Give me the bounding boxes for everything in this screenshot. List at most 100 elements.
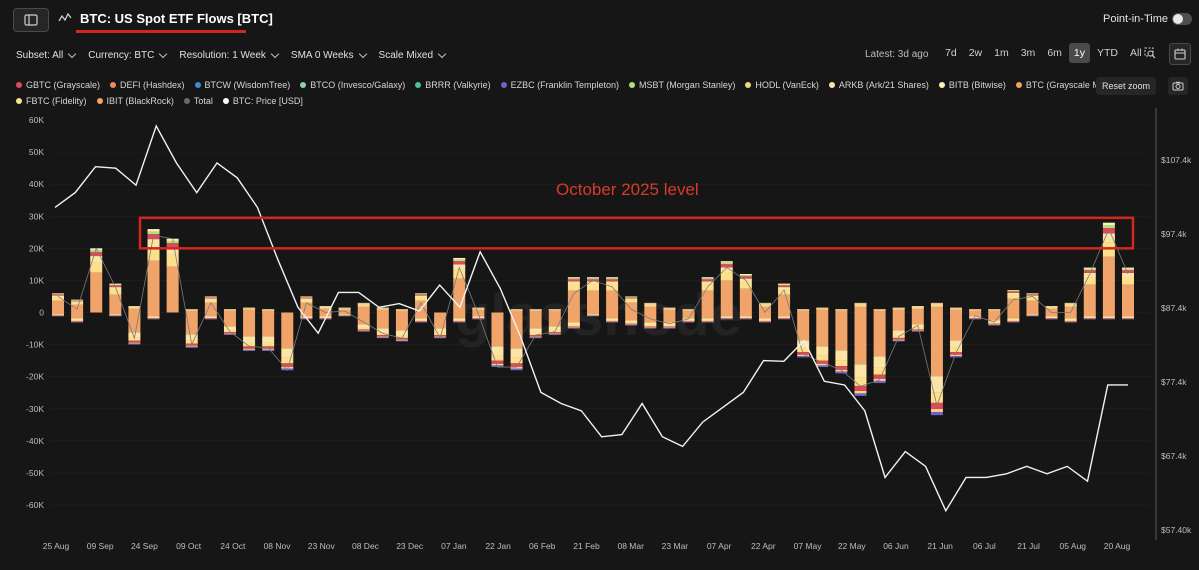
bar-segment <box>644 322 657 326</box>
bar-segment <box>185 309 198 310</box>
bar-segment <box>625 323 638 325</box>
bar-segment <box>988 312 1001 321</box>
bar-segment <box>587 284 599 291</box>
x-tick-label: 09 Sep <box>87 541 114 551</box>
bar-segment <box>395 309 408 310</box>
bar-segment <box>854 302 867 304</box>
bar-segment <box>969 318 982 320</box>
bar-segment <box>71 301 84 303</box>
bar-segment <box>911 329 924 331</box>
bar-segment <box>854 364 867 378</box>
bar-segment <box>930 312 943 377</box>
bar-segment <box>911 307 924 309</box>
bar-segment <box>567 284 580 291</box>
bar-segment <box>472 309 485 313</box>
bar-segment <box>701 279 714 282</box>
bar-segment <box>262 348 275 350</box>
bar-segment <box>1026 294 1039 296</box>
bar-segment <box>415 293 428 294</box>
bar-segment <box>300 299 313 303</box>
bar-segment <box>319 312 332 317</box>
bar-segment <box>491 312 504 347</box>
bar-segment <box>1083 270 1096 273</box>
bar-segment <box>682 312 695 319</box>
bar-segment <box>567 322 580 326</box>
bar-segment <box>778 317 791 319</box>
bar-segment <box>338 315 351 317</box>
x-tick-label: 05 Aug <box>1060 541 1087 551</box>
bar-segment <box>434 312 447 329</box>
x-tick-label: 08 Nov <box>264 541 292 551</box>
y-tick-label: -40K <box>26 436 44 446</box>
bar-segment <box>357 304 370 307</box>
bar-segment <box>701 320 714 322</box>
x-tick-label: 06 Jul <box>973 541 996 551</box>
x-tick-label: 07 Apr <box>707 541 732 551</box>
bar-segment <box>644 304 657 305</box>
bar-segment <box>166 266 179 313</box>
bar-segment <box>567 328 580 329</box>
bar-segment <box>1007 292 1020 295</box>
bar-segment <box>911 306 924 307</box>
bar-segment <box>873 310 886 313</box>
bar-segment <box>109 312 122 315</box>
y-tick-label: -30K <box>26 404 44 414</box>
bar-segment <box>1102 318 1115 320</box>
bar-segment <box>1122 284 1134 313</box>
bar-segment <box>739 275 752 277</box>
bar-segment <box>52 300 64 313</box>
x-tick-label: 25 Aug <box>43 541 70 551</box>
bar-segment <box>701 278 714 280</box>
bar-segment <box>969 310 982 313</box>
x-tick-label: 07 Jan <box>441 541 467 551</box>
bar-segment <box>778 312 791 317</box>
bar-segment <box>816 355 829 361</box>
bar-segment <box>90 250 103 253</box>
bar-segment <box>625 297 638 299</box>
bar-segment <box>376 335 389 337</box>
bar-segment <box>204 302 217 313</box>
bar-segment <box>778 283 791 285</box>
bar-segment <box>548 310 561 313</box>
bar-segment <box>71 299 84 301</box>
bar-segment <box>1102 317 1115 319</box>
bar-segment <box>204 297 217 299</box>
bar-segment <box>52 312 64 315</box>
bar-segment <box>1007 291 1020 293</box>
bar-segment <box>1007 320 1020 322</box>
bar-segment <box>720 317 733 319</box>
bar-segment <box>950 356 963 358</box>
bar-segment <box>1083 317 1096 319</box>
bar-segment <box>873 356 886 368</box>
bar-segment <box>357 331 370 332</box>
bar-segment <box>300 298 313 300</box>
x-tick-label: 21 Jul <box>1017 541 1040 551</box>
bar-segment <box>472 307 485 309</box>
bar-segment <box>854 306 867 313</box>
etf-flows-chart: glassnode 60K50K40K30K20K10K0-10K-20K-30… <box>26 108 1192 551</box>
bar-segment <box>1064 318 1077 321</box>
bar-segment <box>262 310 275 313</box>
bar-segment <box>606 312 619 319</box>
bar-segment <box>243 312 256 337</box>
bar-segment <box>835 360 848 367</box>
bar-segment <box>606 277 619 279</box>
bar-segment <box>701 320 714 321</box>
bar-segment <box>281 312 294 349</box>
bar-segment <box>835 312 848 351</box>
bar-segment <box>739 274 752 276</box>
bar-segment <box>835 366 848 370</box>
bar-segment <box>128 343 141 345</box>
bar-segment <box>606 320 619 321</box>
bar-segment <box>892 337 905 340</box>
bar-segment <box>1007 298 1020 313</box>
bar-segment <box>587 312 599 315</box>
bar-segment <box>587 278 599 280</box>
bar-segment <box>1122 277 1134 285</box>
bar-segment <box>835 309 848 310</box>
bar-segment <box>816 346 829 356</box>
price-tick-label: $97.4k <box>1161 229 1187 239</box>
bar-segment <box>1122 267 1134 269</box>
price-tick-label: $107.4k <box>1161 155 1192 165</box>
bar-segment <box>166 243 179 248</box>
